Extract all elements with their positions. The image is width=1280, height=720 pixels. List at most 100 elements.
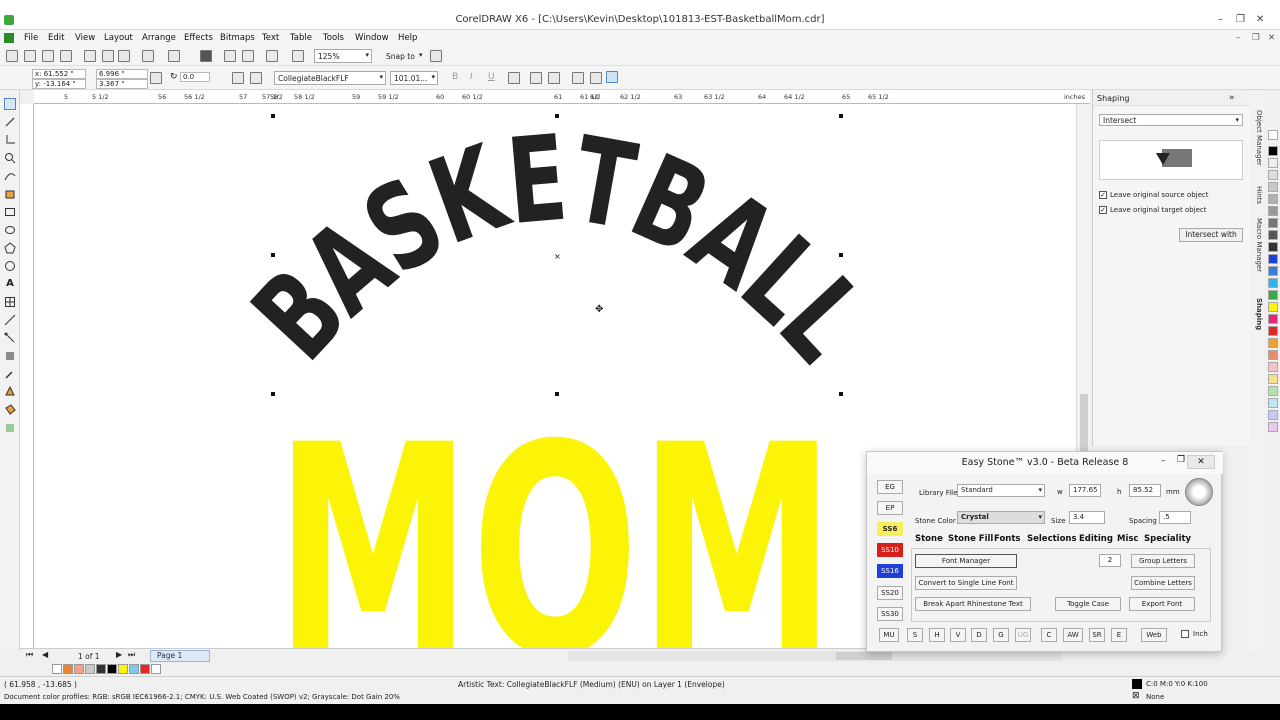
menu-file[interactable]: File xyxy=(24,33,38,43)
menu-text[interactable]: Text xyxy=(262,33,279,43)
redo-icon[interactable] xyxy=(168,50,180,62)
break-apart-button[interactable]: Break Apart Rhinestone Text xyxy=(915,597,1031,611)
menu-view[interactable]: View xyxy=(75,33,95,43)
font-size-combo[interactable]: 101.01... ▾ xyxy=(390,71,438,85)
intersect-with-button[interactable]: Intersect with xyxy=(1179,228,1243,242)
tab-stone[interactable]: Stone xyxy=(915,534,943,544)
es-h-button[interactable]: H xyxy=(929,628,945,642)
es-ug-button[interactable]: UG xyxy=(1015,628,1031,642)
palette-orange[interactable] xyxy=(1268,338,1278,348)
export-icon[interactable] xyxy=(242,50,254,62)
edit-text-icon[interactable] xyxy=(590,72,602,84)
menu-layout[interactable]: Layout xyxy=(104,33,133,43)
palette-black[interactable] xyxy=(1268,146,1278,156)
menu-edit[interactable]: Edit xyxy=(48,33,64,43)
y-position-field[interactable]: y: -13.164 " xyxy=(32,79,86,89)
basketball-text[interactable]: BASKETBALL xyxy=(227,109,893,386)
library-select[interactable]: Standard ▾ xyxy=(957,484,1045,497)
tab-stone-fill[interactable]: Stone Fill xyxy=(948,534,993,544)
page-last-icon[interactable]: ⏭ xyxy=(128,650,135,660)
snap-to-menu[interactable]: Snap to xyxy=(386,52,415,61)
swatch-darkgray[interactable] xyxy=(96,664,106,674)
palette-pink[interactable] xyxy=(1268,362,1278,372)
bold-icon[interactable]: B xyxy=(452,72,458,82)
import-icon[interactable] xyxy=(224,50,236,62)
palette-gray50[interactable] xyxy=(1268,206,1278,216)
launcher-icon[interactable] xyxy=(266,50,278,62)
es-ss20-button[interactable]: SS20 xyxy=(877,586,903,600)
fullscreen-icon[interactable] xyxy=(292,50,304,62)
crop-tool-icon[interactable] xyxy=(4,134,16,146)
palette-green[interactable] xyxy=(1268,290,1278,300)
swatch-lightblue[interactable] xyxy=(129,664,139,674)
palette-lavender[interactable] xyxy=(1268,410,1278,420)
page-first-icon[interactable]: ⏮ xyxy=(26,650,33,660)
es-ss30-button[interactable]: SS30 xyxy=(877,607,903,621)
doc-close-icon[interactable]: ✕ xyxy=(1268,33,1275,43)
maximize-button[interactable]: ❐ xyxy=(1236,14,1245,25)
palette-blue2[interactable] xyxy=(1268,266,1278,276)
open-icon[interactable] xyxy=(24,50,36,62)
palette-blue[interactable] xyxy=(1268,254,1278,264)
outline-pen-icon[interactable] xyxy=(4,385,16,398)
ellipse-tool-icon[interactable] xyxy=(4,224,16,236)
minimize-button[interactable]: – xyxy=(1218,14,1223,25)
x-position-field[interactable]: x: 61.552 " xyxy=(32,69,86,79)
color-profiles[interactable]: Document color profiles: RGB: sRGB IEC61… xyxy=(4,693,400,701)
bullet-icon[interactable] xyxy=(530,72,542,84)
rectangle-tool-icon[interactable] xyxy=(4,206,16,218)
menu-effects[interactable]: Effects xyxy=(184,33,213,43)
combine-letters-button[interactable]: Combine Letters xyxy=(1131,576,1195,590)
swatch-white[interactable] xyxy=(151,664,161,674)
es-eg-button[interactable]: EG xyxy=(877,480,903,494)
lock-ratio-icon[interactable] xyxy=(150,72,162,84)
palette-gray30[interactable] xyxy=(1268,182,1278,192)
align-icon[interactable] xyxy=(508,72,520,84)
swatch-red[interactable] xyxy=(140,664,150,674)
toggle-case-button[interactable]: Toggle Case xyxy=(1055,597,1121,611)
leave-source-checkbox[interactable]: ✓ Leave original source object xyxy=(1099,191,1208,199)
palette-yellow[interactable] xyxy=(1268,302,1278,312)
close-button[interactable]: ✕ xyxy=(1256,14,1264,25)
es-close-button[interactable]: ✕ xyxy=(1187,455,1215,469)
vertical-text-icon[interactable] xyxy=(606,71,618,83)
menu-arrange[interactable]: Arrange xyxy=(142,33,176,43)
tab-hints[interactable]: Hints xyxy=(1251,186,1263,204)
spacing-field[interactable]: .5 xyxy=(1159,511,1191,524)
palette-gray60[interactable] xyxy=(1268,218,1278,228)
menu-tools[interactable]: Tools xyxy=(323,33,344,43)
collapse-icon[interactable]: » xyxy=(1229,93,1235,103)
tab-shaping[interactable]: Shaping xyxy=(1251,298,1263,330)
page-next-icon[interactable]: ▶ xyxy=(116,650,122,659)
connector-tool-icon[interactable] xyxy=(4,332,16,344)
palette-salmon[interactable] xyxy=(1268,350,1278,360)
palette-gray10[interactable] xyxy=(1268,158,1278,168)
palette-lightgreen[interactable] xyxy=(1268,386,1278,396)
palette-gray80[interactable] xyxy=(1268,242,1278,252)
palette-lilac[interactable] xyxy=(1268,422,1278,432)
search-content-icon[interactable] xyxy=(200,50,212,62)
tab-speciality[interactable]: Speciality xyxy=(1144,534,1191,544)
angle-field[interactable]: 0.0 xyxy=(180,72,210,82)
basic-shapes-icon[interactable] xyxy=(4,260,16,272)
interactive-fill-icon[interactable] xyxy=(4,422,16,434)
inch-checkbox[interactable] xyxy=(1181,630,1189,638)
tab-fonts[interactable]: Fonts xyxy=(994,534,1020,544)
menu-table[interactable]: Table xyxy=(290,33,312,43)
fill-tool-icon[interactable] xyxy=(4,404,16,416)
palette-lightyellow[interactable] xyxy=(1268,374,1278,384)
underline-icon[interactable]: U xyxy=(488,72,495,82)
page-prev-icon[interactable]: ◀ xyxy=(42,650,48,659)
size-field[interactable]: 3.4 xyxy=(1069,511,1105,524)
doc-restore-icon[interactable]: ❐ xyxy=(1252,33,1260,43)
print-icon[interactable] xyxy=(60,50,72,62)
es-v-button[interactable]: V xyxy=(950,628,966,642)
polygon-tool-icon[interactable] xyxy=(4,242,16,254)
leave-target-checkbox[interactable]: ✓ Leave original target object xyxy=(1099,206,1207,214)
swatch-none[interactable] xyxy=(52,664,62,674)
es-ss6-button[interactable]: SS6 xyxy=(877,522,903,536)
tab-object-manager[interactable]: Object Manager xyxy=(1251,110,1263,166)
es-s-button[interactable]: S xyxy=(907,628,923,642)
vertical-scroll-thumb[interactable] xyxy=(1080,394,1088,454)
palette-lightcyan[interactable] xyxy=(1268,398,1278,408)
